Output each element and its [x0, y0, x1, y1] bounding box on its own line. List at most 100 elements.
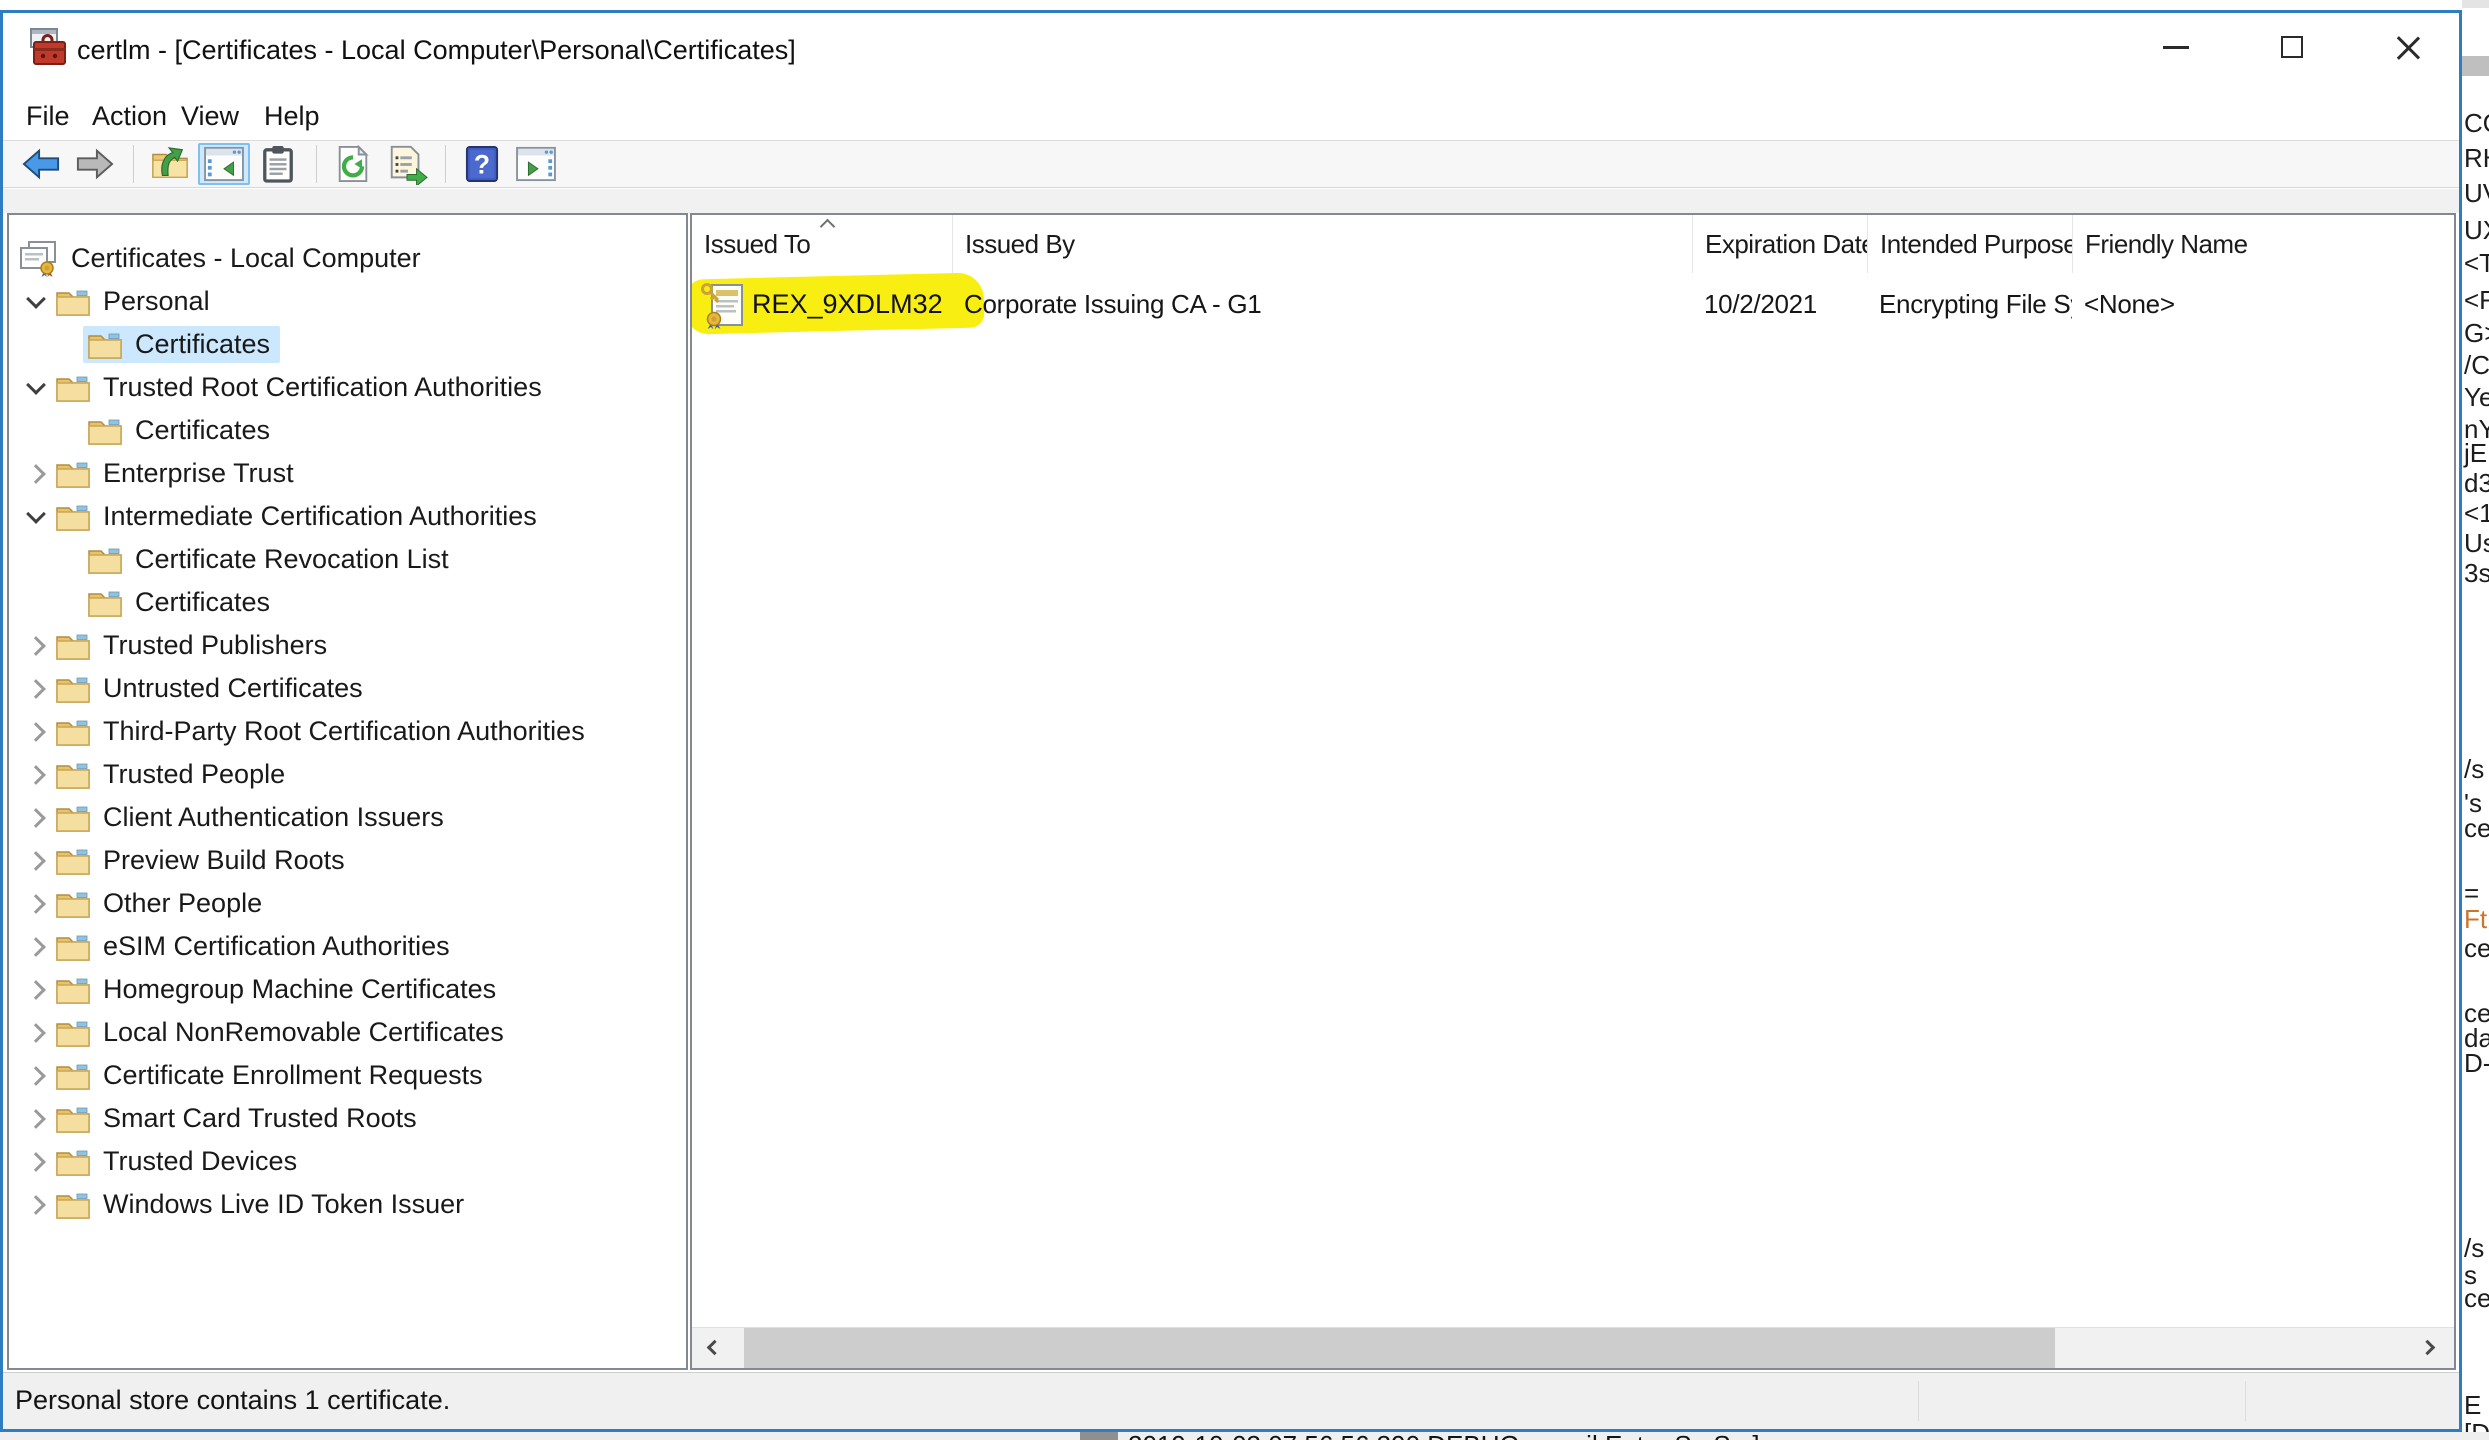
tree-item[interactable]: Preview Build Roots [9, 839, 686, 882]
refresh-button[interactable] [327, 143, 379, 185]
title-bar: certlm - [Certificates - Local Computer\… [3, 13, 2459, 95]
tree-item-label: Trusted Publishers [103, 630, 328, 660]
tree-item[interactable]: Trusted Devices [9, 1140, 686, 1183]
horizontal-scrollbar[interactable] [692, 1327, 2454, 1368]
chevron-icon[interactable] [21, 1147, 51, 1177]
tree-item-label: Intermediate Certification Authorities [103, 501, 537, 531]
column-header-intended-purposes[interactable]: Intended Purposes [1867, 215, 2072, 273]
tree-item[interactable]: Personal [9, 280, 686, 323]
console-tree: Personal Certificates Trusted Root Certi… [9, 280, 686, 1226]
tree-item[interactable]: Client Authentication Issuers [9, 796, 686, 839]
folder-icon [87, 545, 123, 575]
chevron-icon[interactable] [21, 1018, 51, 1048]
tree-root-item[interactable]: Certificates - Local Computer [9, 237, 686, 280]
chevron-icon[interactable] [21, 674, 51, 704]
show-console-tree-button[interactable] [198, 143, 250, 185]
chevron-icon[interactable] [21, 760, 51, 790]
chevron-icon[interactable] [21, 975, 51, 1005]
list-header: Issued To Issued By Expiration Date Inte… [692, 215, 2454, 273]
folder-icon [55, 932, 91, 962]
column-header-expiration-date[interactable]: Expiration Date [1692, 215, 1867, 273]
tree-item[interactable]: Windows Live ID Token Issuer [9, 1183, 686, 1226]
toolbar-separator [133, 145, 134, 183]
up-one-level-button[interactable] [144, 143, 196, 185]
chevron-icon[interactable] [21, 287, 51, 317]
tree-item[interactable]: Certificates [9, 581, 686, 624]
tree-item[interactable]: Certificates [9, 323, 686, 366]
chevron-icon[interactable] [21, 1061, 51, 1091]
tree-item[interactable]: Enterprise Trust [9, 452, 686, 495]
tree-item[interactable]: Untrusted Certificates [9, 667, 686, 710]
certificate-row[interactable]: REX_9XDLM32 Corporate Issuing CA - G1 10… [692, 272, 2454, 335]
folder-icon [55, 803, 91, 833]
tree-item[interactable]: eSIM Certification Authorities [9, 925, 686, 968]
folder-icon [55, 846, 91, 876]
chevron-icon[interactable] [21, 932, 51, 962]
folder-icon [55, 674, 91, 704]
column-header-friendly-name[interactable]: Friendly Name [2072, 215, 2454, 273]
background-top-band [2462, 0, 2489, 8]
column-header-issued-by[interactable]: Issued By [952, 215, 1692, 273]
show-action-pane-button[interactable] [510, 143, 562, 185]
tree-item-label: Local NonRemovable Certificates [103, 1017, 504, 1047]
chevron-icon[interactable] [21, 803, 51, 833]
chevron-icon[interactable] [21, 717, 51, 747]
folder-icon [55, 373, 91, 403]
clipboard-button[interactable] [252, 143, 304, 185]
tree-item[interactable]: Trusted People [9, 753, 686, 796]
menu-view[interactable]: View [177, 95, 243, 140]
tree-item[interactable]: Trusted Publishers [9, 624, 686, 667]
chevron-icon[interactable] [21, 846, 51, 876]
tree-item[interactable]: Other People [9, 882, 686, 925]
tree-item[interactable]: Homegroup Machine Certificates [9, 968, 686, 1011]
menu-action[interactable]: Action [88, 95, 171, 140]
chevron-icon[interactable] [21, 373, 51, 403]
menu-file[interactable]: File [22, 95, 74, 140]
maximize-button[interactable] [2259, 23, 2325, 71]
tree-item[interactable]: Intermediate Certification Authorities [9, 495, 686, 538]
scroll-right-button[interactable] [2408, 1328, 2454, 1368]
tree-item-label: Enterprise Trust [103, 458, 294, 488]
folder-icon [55, 631, 91, 661]
forward-button[interactable] [69, 143, 121, 185]
tree-item[interactable]: Certificate Enrollment Requests [9, 1054, 686, 1097]
tree-item[interactable]: Smart Card Trusted Roots [9, 1097, 686, 1140]
back-button[interactable] [15, 143, 67, 185]
help-button[interactable]: ? [456, 143, 508, 185]
chevron-icon[interactable] [21, 631, 51, 661]
chevron-icon[interactable] [21, 1190, 51, 1220]
menu-help[interactable]: Help [260, 95, 324, 140]
tree-item[interactable]: Trusted Root Certification Authorities [9, 366, 686, 409]
folder-icon [55, 459, 91, 489]
chevron-icon[interactable] [21, 459, 51, 489]
chevron-icon[interactable] [21, 1104, 51, 1134]
chevron-icon[interactable] [21, 502, 51, 532]
background-bottom-strip: 2019-10-03 07:56:56.390 DEBUG e-mail Ent… [0, 1432, 2489, 1440]
chevron-left-icon [706, 1339, 723, 1356]
tree-item[interactable]: Third-Party Root Certification Authoriti… [9, 710, 686, 753]
minimize-button[interactable] [2143, 23, 2209, 71]
scrollbar-thumb[interactable] [744, 1328, 2055, 1368]
export-list-icon [390, 145, 428, 185]
status-bar: Personal store contains 1 certificate. [3, 1372, 2459, 1429]
tree-item[interactable]: Local NonRemovable Certificates [9, 1011, 686, 1054]
console-tree-icon [204, 146, 244, 182]
tree-item-label: Windows Live ID Token Issuer [103, 1189, 465, 1219]
tree-item-label: Untrusted Certificates [103, 673, 363, 703]
folder-icon [87, 330, 123, 360]
export-list-button[interactable] [381, 143, 433, 185]
maximize-icon [2281, 36, 2303, 58]
status-divider [2245, 1381, 2246, 1421]
scroll-left-button[interactable] [692, 1328, 738, 1368]
menu-bar: File Action View Help [3, 95, 2459, 140]
chevron-icon[interactable] [21, 889, 51, 919]
tree-item[interactable]: Certificate Revocation List [9, 538, 686, 581]
tree-item[interactable]: Certificates [9, 409, 686, 452]
close-button[interactable] [2375, 23, 2441, 71]
tree-item-label: Smart Card Trusted Roots [103, 1103, 417, 1133]
folder-icon [87, 416, 123, 446]
background-right-strip: CORHUVUX<T<FG>/CYenYjEd3<1Us3s/s'sce=Ftc… [2462, 0, 2489, 1440]
column-header-issued-to[interactable]: Issued To [692, 215, 952, 273]
folder-icon [55, 975, 91, 1005]
tree-item-label: Other People [103, 888, 263, 918]
